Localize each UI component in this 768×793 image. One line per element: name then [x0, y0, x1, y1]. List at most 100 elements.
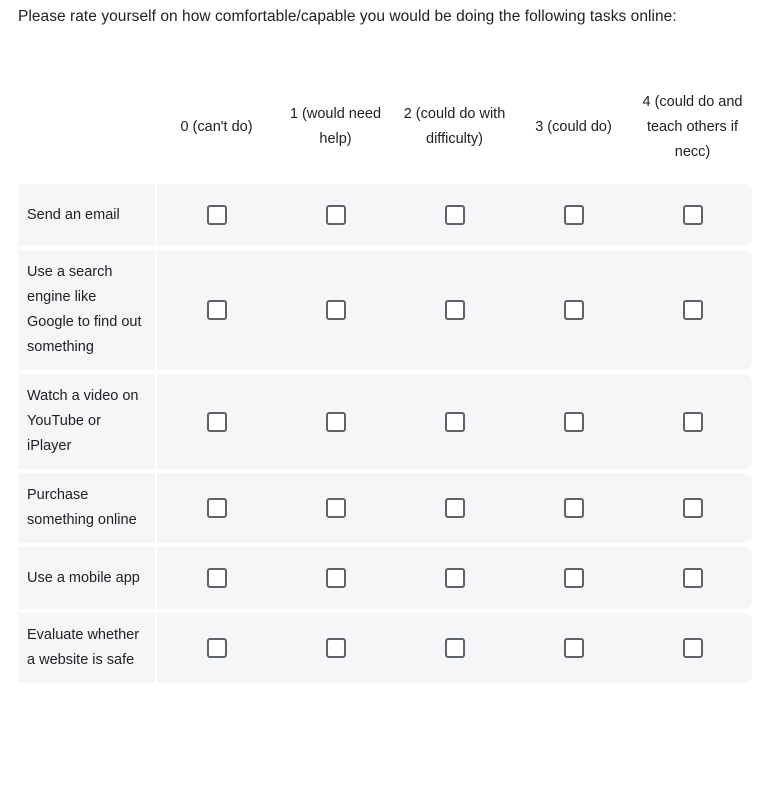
checkbox-icon[interactable] — [325, 300, 346, 320]
checkbox-icon[interactable] — [563, 205, 584, 225]
grid-cell[interactable] — [395, 498, 514, 518]
row-label-text: Purchase something online — [27, 487, 137, 528]
grid-cell[interactable] — [633, 411, 752, 432]
grid-body: Send an email Use a search engine like G… — [18, 184, 752, 683]
grid-header-cells: 0 (can't do) 1 (would need help) 2 (coul… — [157, 76, 752, 184]
checkbox-icon[interactable] — [682, 300, 703, 320]
row-label: Watch a video on YouTube or iPlayer — [18, 374, 157, 469]
grid-question: Please rate yourself on how comfortable/… — [0, 0, 768, 793]
row-label: Use a search engine like Google to find … — [18, 250, 157, 370]
row-cells — [157, 374, 752, 469]
checkbox-icon[interactable] — [325, 638, 346, 658]
checkbox-icon[interactable] — [682, 498, 703, 518]
checkbox-icon[interactable] — [444, 411, 465, 432]
grid-cell[interactable] — [633, 498, 752, 518]
grid-cell[interactable] — [395, 300, 514, 320]
column-header-0: 0 (can't do) — [157, 76, 276, 184]
column-header-label: 4 (could do and teach others if necc) — [642, 93, 743, 160]
checkbox-icon[interactable] — [206, 498, 227, 518]
table-row: Send an email — [18, 184, 752, 246]
column-header-3: 3 (could do) — [514, 76, 633, 184]
checkbox-grid: 0 (can't do) 1 (would need help) 2 (coul… — [18, 76, 752, 687]
checkbox-icon[interactable] — [682, 411, 703, 432]
row-cells — [157, 250, 752, 370]
checkbox-icon[interactable] — [206, 638, 227, 658]
grid-cell[interactable] — [395, 411, 514, 432]
grid-cell[interactable] — [633, 638, 752, 658]
checkbox-icon[interactable] — [444, 568, 465, 588]
checkbox-icon[interactable] — [325, 411, 346, 432]
grid-cell[interactable] — [633, 568, 752, 588]
grid-cell[interactable] — [157, 568, 276, 588]
grid-cell[interactable] — [276, 205, 395, 225]
checkbox-icon[interactable] — [444, 638, 465, 658]
grid-cell[interactable] — [395, 638, 514, 658]
checkbox-icon[interactable] — [682, 638, 703, 658]
checkbox-icon[interactable] — [444, 498, 465, 518]
row-label-text: Watch a video on YouTube or iPlayer — [27, 388, 139, 454]
grid-cell[interactable] — [157, 411, 276, 432]
grid-cell[interactable] — [514, 411, 633, 432]
row-label-text: Send an email — [27, 206, 120, 223]
table-row: Use a search engine like Google to find … — [18, 250, 752, 370]
row-label-text: Use a mobile app — [27, 569, 140, 586]
column-header-1: 1 (would need help) — [276, 76, 395, 184]
checkbox-icon[interactable] — [206, 411, 227, 432]
checkbox-icon[interactable] — [682, 205, 703, 225]
checkbox-icon[interactable] — [206, 568, 227, 588]
checkbox-icon[interactable] — [206, 205, 227, 225]
grid-cell[interactable] — [157, 638, 276, 658]
grid-cell[interactable] — [276, 498, 395, 518]
table-row: Evaluate whether a website is safe — [18, 613, 752, 683]
grid-header-row: 0 (can't do) 1 (would need help) 2 (coul… — [18, 76, 752, 184]
checkbox-icon[interactable] — [563, 638, 584, 658]
grid-cell[interactable] — [395, 205, 514, 225]
checkbox-icon[interactable] — [325, 205, 346, 225]
table-row: Use a mobile app — [18, 547, 752, 609]
checkbox-icon[interactable] — [444, 205, 465, 225]
grid-cell[interactable] — [395, 568, 514, 588]
checkbox-icon[interactable] — [325, 498, 346, 518]
grid-cell[interactable] — [157, 205, 276, 225]
grid-cell[interactable] — [514, 300, 633, 320]
grid-cell[interactable] — [633, 205, 752, 225]
grid-cell[interactable] — [514, 638, 633, 658]
table-row: Watch a video on YouTube or iPlayer — [18, 374, 752, 469]
row-label-text: Use a search engine like Google to find … — [27, 264, 142, 355]
checkbox-icon[interactable] — [563, 300, 584, 320]
column-header-4: 4 (could do and teach others if necc) — [633, 76, 752, 184]
column-header-label: 2 (could do with difficulty) — [403, 106, 506, 147]
row-cells — [157, 547, 752, 609]
row-label: Send an email — [18, 184, 157, 246]
row-label: Evaluate whether a website is safe — [18, 613, 157, 683]
grid-cell[interactable] — [514, 568, 633, 588]
grid-cell[interactable] — [276, 411, 395, 432]
row-label: Purchase something online — [18, 473, 157, 543]
grid-cell[interactable] — [514, 205, 633, 225]
grid-cell[interactable] — [276, 638, 395, 658]
grid-cell[interactable] — [157, 498, 276, 518]
grid-cell[interactable] — [276, 568, 395, 588]
column-header-2: 2 (could do with difficulty) — [395, 76, 514, 184]
checkbox-icon[interactable] — [563, 498, 584, 518]
row-cells — [157, 184, 752, 246]
checkbox-icon[interactable] — [682, 568, 703, 588]
checkbox-icon[interactable] — [444, 300, 465, 320]
row-cells — [157, 473, 752, 543]
grid-cell[interactable] — [514, 498, 633, 518]
column-header-label: 0 (can't do) — [180, 118, 253, 135]
checkbox-icon[interactable] — [206, 300, 227, 320]
row-label: Use a mobile app — [18, 547, 157, 609]
question-title: Please rate yourself on how comfortable/… — [18, 8, 677, 25]
grid-cell[interactable] — [157, 300, 276, 320]
checkbox-icon[interactable] — [325, 568, 346, 588]
checkbox-icon[interactable] — [563, 411, 584, 432]
checkbox-icon[interactable] — [563, 568, 584, 588]
row-cells — [157, 613, 752, 683]
column-header-label: 3 (could do) — [535, 118, 612, 135]
column-header-label: 1 (would need help) — [289, 106, 382, 147]
grid-cell[interactable] — [633, 300, 752, 320]
grid-cell[interactable] — [276, 300, 395, 320]
row-label-text: Evaluate whether a website is safe — [27, 627, 140, 668]
table-row: Purchase something online — [18, 473, 752, 543]
